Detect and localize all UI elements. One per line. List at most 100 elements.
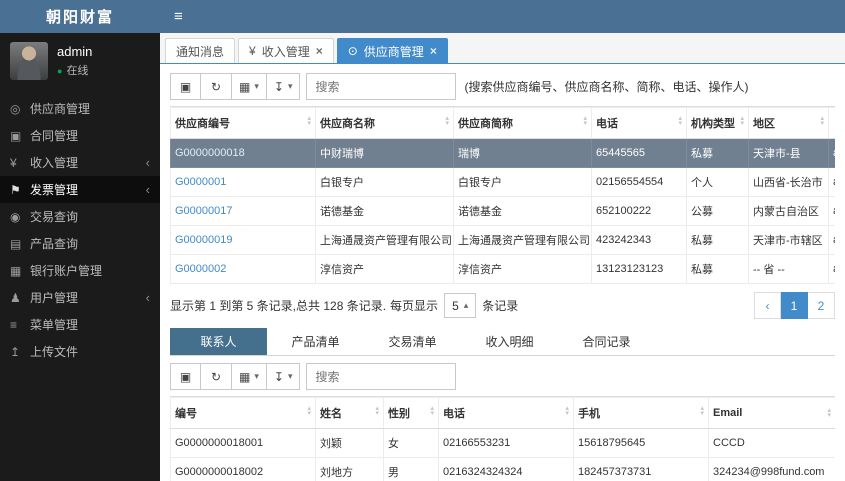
column-header[interactable]: 手机 ▴ ▾ (573, 397, 709, 429)
sidebar-item-label: 菜单管理 (30, 318, 79, 332)
detail-tab-contacts[interactable]: 联系人 (170, 328, 267, 355)
row-id-link[interactable]: G0000000018 (175, 147, 245, 159)
sort-icon: ▴ ▾ (820, 115, 824, 127)
column-header[interactable]: 供应商名称 ▴ ▾ (315, 107, 454, 139)
detail-tab-products[interactable]: 产品清单 (267, 328, 364, 355)
column-header[interactable]: 性别 ▴ ▾ (383, 397, 439, 429)
export-button[interactable]: ↧ ▾ (266, 73, 301, 100)
toolbar-button-group: ▣ ↻ ▦ ▾ ↧ ▾ (170, 73, 301, 100)
refresh-button[interactable]: ↻ (201, 363, 232, 390)
per-page-suffix: 条记录 (482, 299, 519, 313)
sidebar-item-menus[interactable]: ≡ 菜单管理 (0, 311, 160, 338)
detail-tab-contracts[interactable]: 合同记录 (558, 328, 655, 355)
row-id-link[interactable]: G0000001 (175, 176, 226, 188)
table-cell: a (828, 196, 835, 226)
table-cell: G0000000018002 (170, 457, 316, 481)
table-row[interactable]: G00000017诺德基金诺德基金652100222公募内蒙古自治区a (170, 196, 835, 226)
export-button[interactable]: ↧ ▾ (266, 363, 301, 390)
sidebar-item-upload[interactable]: ↥ 上传文件 (0, 338, 160, 365)
table-cell: G00000019 (170, 225, 316, 255)
table-cell: 324234@998fund.com (708, 457, 835, 481)
sidebar-item-label: 上传文件 (30, 345, 79, 359)
column-header[interactable]: Email ▴ ▾ (708, 397, 835, 429)
sidebar-item-income[interactable]: ¥ 收入管理 ‹ (0, 149, 160, 176)
page-size-select[interactable]: 5 ▴ (444, 293, 477, 318)
app-window: 朝阳财富 admin ● 在线 ◎ 供应商管理 ▣ 合同管理 ¥ 收入管理 ‹ ⚑ 发票管理 ‹ ◉ 交… (0, 0, 845, 481)
column-header[interactable]: 供应商编号 ▴ ▾ (170, 107, 316, 139)
table-cell: 淳信资产 (315, 254, 454, 284)
online-status-icon: ● (57, 66, 63, 76)
contacts-toolbar: ▣ ↻ ▦ ▾ ↧ ▾ (170, 363, 835, 390)
table-cell: a (828, 254, 835, 284)
table-cell: 天津市-县 (748, 138, 829, 168)
detail-tab-income[interactable]: 收入明细 (461, 328, 558, 355)
toolbar-button-group: ▣ ↻ ▦ ▾ ↧ ▾ (170, 363, 301, 390)
columns-icon: ▦ (239, 369, 251, 384)
sidebar-item-label: 交易查询 (30, 210, 79, 224)
sidebar-item-products[interactable]: ▤ 产品查询 (0, 230, 160, 257)
flag-icon: ⚑ (10, 182, 21, 197)
tab-notifications[interactable]: 通知消息 (165, 38, 236, 63)
caret-up-icon: ▴ (463, 300, 469, 310)
column-header[interactable]: 编号 ▴ ▾ (170, 397, 316, 429)
page-prev-button[interactable]: ‹ (754, 292, 781, 319)
sidebar-item-bank-accounts[interactable]: ▦ 银行账户管理 (0, 257, 160, 284)
user-status: ● 在线 (57, 62, 92, 78)
user-name: admin (57, 44, 93, 59)
table-row[interactable]: G0000000018001 刘颖女 02166553231 15618795645 C… (170, 428, 835, 458)
sidebar-item-users[interactable]: ♟ 用户管理 ‹ (0, 284, 160, 311)
table-row[interactable]: G0000002淳信资产淳信资产13123123123私募-- 省 --a (170, 254, 835, 284)
columns-button[interactable]: ▦ ▾ (232, 363, 267, 390)
tab-suppliers[interactable]: ⊙ 供应商管理 × (336, 38, 448, 63)
sidebar-toggle-icon[interactable]: ≡ (174, 8, 183, 25)
refresh-icon: ↻ (210, 369, 222, 384)
tab-income[interactable]: ¥ 收入管理 × (238, 38, 334, 63)
column-header[interactable]: 电话 ▴ ▾ (591, 107, 687, 139)
sidebar-item-contracts[interactable]: ▣ 合同管理 (0, 122, 160, 149)
row-id-link[interactable]: G0000002 (175, 263, 226, 275)
search-input[interactable] (306, 73, 457, 100)
toggle-view-button[interactable]: ▣ (170, 363, 201, 390)
table-cell: a (828, 138, 835, 168)
column-header[interactable]: 电话 ▴ ▾ (438, 397, 574, 429)
sort-icon: ▴ ▾ (307, 115, 311, 127)
page-button[interactable]: 2 (808, 292, 835, 319)
toggle-view-button[interactable]: ▣ (170, 73, 201, 100)
detail-tab-transactions[interactable]: 交易清单 (364, 328, 461, 355)
column-header[interactable]: 供应商简称 ▴ ▾ (453, 107, 592, 139)
table-row[interactable]: G00000019 上海通晟资产管理有限公司 上海通晟资产管理有限公司 4232423… (170, 225, 835, 255)
sidebar-item-suppliers[interactable]: ◎ 供应商管理 (0, 95, 160, 122)
bank-icon: ▦ (10, 263, 22, 278)
search-input[interactable] (306, 363, 457, 390)
list-icon: ▤ (10, 236, 22, 251)
column-header[interactable]: 姓名 ▴ ▾ (315, 397, 384, 429)
sidebar-item-label: 银行账户管理 (30, 264, 103, 278)
table-cell: 刘地方 (315, 457, 384, 481)
page-button[interactable]: 1 (781, 292, 808, 319)
table-cell: 男 (383, 457, 439, 481)
column-header-label: 地区 (753, 118, 775, 130)
table-row[interactable]: G0000000018002 刘地方男 0216324324324 182457373… (170, 457, 835, 481)
refresh-button[interactable]: ↻ (201, 73, 232, 100)
row-id-link[interactable]: G00000019 (175, 234, 233, 246)
table-row[interactable]: G0000001白银专户白银专户02156554554个人山西省-长治市a (170, 167, 835, 197)
column-header[interactable]: 地区 ▴ ▾ (748, 107, 829, 139)
table-row[interactable]: G0000000018 中财瑞博瑞博65445565私募天津市-县a (170, 138, 835, 168)
close-icon[interactable]: × (316, 44, 323, 58)
chevron-left-icon: ‹ (145, 182, 150, 197)
toggle-view-icon: ▣ (179, 369, 192, 384)
sidebar-item-invoices[interactable]: ⚑ 发票管理 ‹ (0, 176, 160, 203)
tabs-bar: 通知消息 ¥ 收入管理 × ⊙ 供应商管理 × (160, 33, 845, 64)
close-icon[interactable]: × (430, 44, 437, 58)
table-cell: G00000017 (170, 196, 316, 226)
column-header[interactable]: 机构类型 ▴ ▾ (686, 107, 749, 139)
menu-icon: ≡ (10, 317, 18, 332)
table-cell: G0000000018001 (170, 428, 316, 458)
table-cell: 山西省-长治市 (748, 167, 829, 197)
toggle-view-icon: ▣ (179, 79, 192, 94)
row-id-link[interactable]: G00000017 (175, 205, 233, 217)
columns-button[interactable]: ▦ ▾ (232, 73, 267, 100)
table-cell: 私募 (686, 138, 749, 168)
sort-icon: ▴ ▾ (827, 407, 831, 419)
sidebar-item-transactions[interactable]: ◉ 交易查询 (0, 203, 160, 230)
